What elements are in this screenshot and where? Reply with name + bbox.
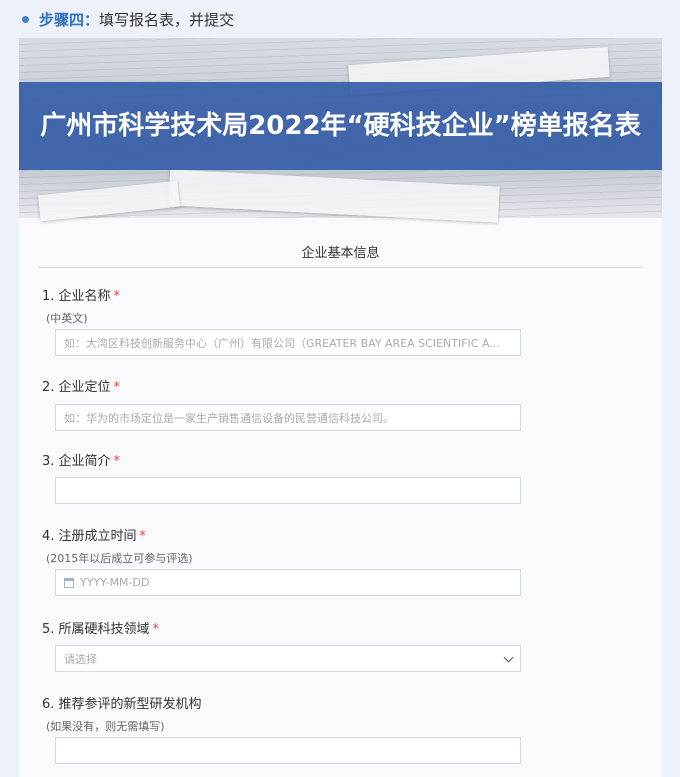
newspaper-decoration	[38, 180, 180, 222]
question-hint: (2015年以后成立可参与评选)	[46, 552, 193, 565]
question-label: 6. 推荐参评的新型研发机构	[42, 697, 202, 712]
input-placeholder: 如：华为的市场定位是一家生产销售通信设备的民营通信科技公司。	[64, 411, 394, 425]
registration-date-input[interactable]: YYYY-MM-DD	[55, 569, 521, 596]
question-label: 1. 企业名称	[42, 289, 111, 304]
select-placeholder: 请选择	[64, 652, 97, 666]
input-placeholder: 如：大湾区科技创新服务中心（广州）有限公司（GREATER BAY AREA S…	[64, 336, 500, 350]
section-title: 企业基本信息	[39, 242, 642, 268]
tech-field-select[interactable]: 请选择	[55, 645, 521, 672]
input-placeholder: YYYY-MM-DD	[80, 576, 150, 589]
calendar-icon	[64, 577, 74, 588]
question-tech-field: 5. 所属硬科技领域 *	[42, 622, 159, 638]
question-company-intro: 3. 企业简介 *	[42, 454, 120, 470]
question-label: 4. 注册成立时间	[42, 529, 137, 544]
question-hint: (如果没有，则无需填写)	[46, 720, 165, 733]
banner: 广州市科学技术局2022年“硬科技企业”榜单报名表	[19, 38, 662, 223]
required-mark: *	[139, 529, 147, 544]
company-intro-input[interactable]	[55, 477, 521, 504]
research-institution-input[interactable]	[55, 737, 521, 764]
required-mark: *	[113, 289, 121, 304]
step-text: 填写报名表，并提交	[99, 10, 235, 29]
step-header: 步骤四： 填写报名表，并提交	[0, 0, 680, 38]
question-label: 3. 企业简介	[42, 454, 111, 469]
required-mark: *	[113, 380, 121, 395]
question-hint: (中英文)	[46, 312, 88, 325]
question-registration-date: 4. 注册成立时间 * (2015年以后成立可参与评选)	[42, 529, 193, 566]
step-label: 步骤四：	[39, 10, 100, 29]
question-company-name: 1. 企业名称 * (中英文)	[42, 289, 120, 326]
chevron-down-icon	[503, 652, 514, 663]
question-label: 2. 企业定位	[42, 380, 111, 395]
required-mark: *	[152, 622, 160, 637]
question-label: 5. 所属硬科技领域	[42, 622, 150, 637]
question-company-positioning: 2. 企业定位 *	[42, 380, 120, 396]
company-name-input[interactable]: 如：大湾区科技创新服务中心（广州）有限公司（GREATER BAY AREA S…	[55, 329, 521, 356]
form-title: 广州市科学技术局2022年“硬科技企业”榜单报名表	[19, 82, 662, 170]
question-research-institution: 6. 推荐参评的新型研发机构 (如果没有，则无需填写)	[42, 697, 202, 734]
newspaper-decoration	[168, 169, 500, 223]
form-card: 广州市科学技术局2022年“硬科技企业”榜单报名表 企业基本信息 1. 企业名称…	[19, 38, 662, 777]
bullet-dot-icon	[22, 15, 29, 23]
required-mark: *	[113, 454, 121, 469]
company-positioning-input[interactable]: 如：华为的市场定位是一家生产销售通信设备的民营通信科技公司。	[55, 404, 521, 431]
